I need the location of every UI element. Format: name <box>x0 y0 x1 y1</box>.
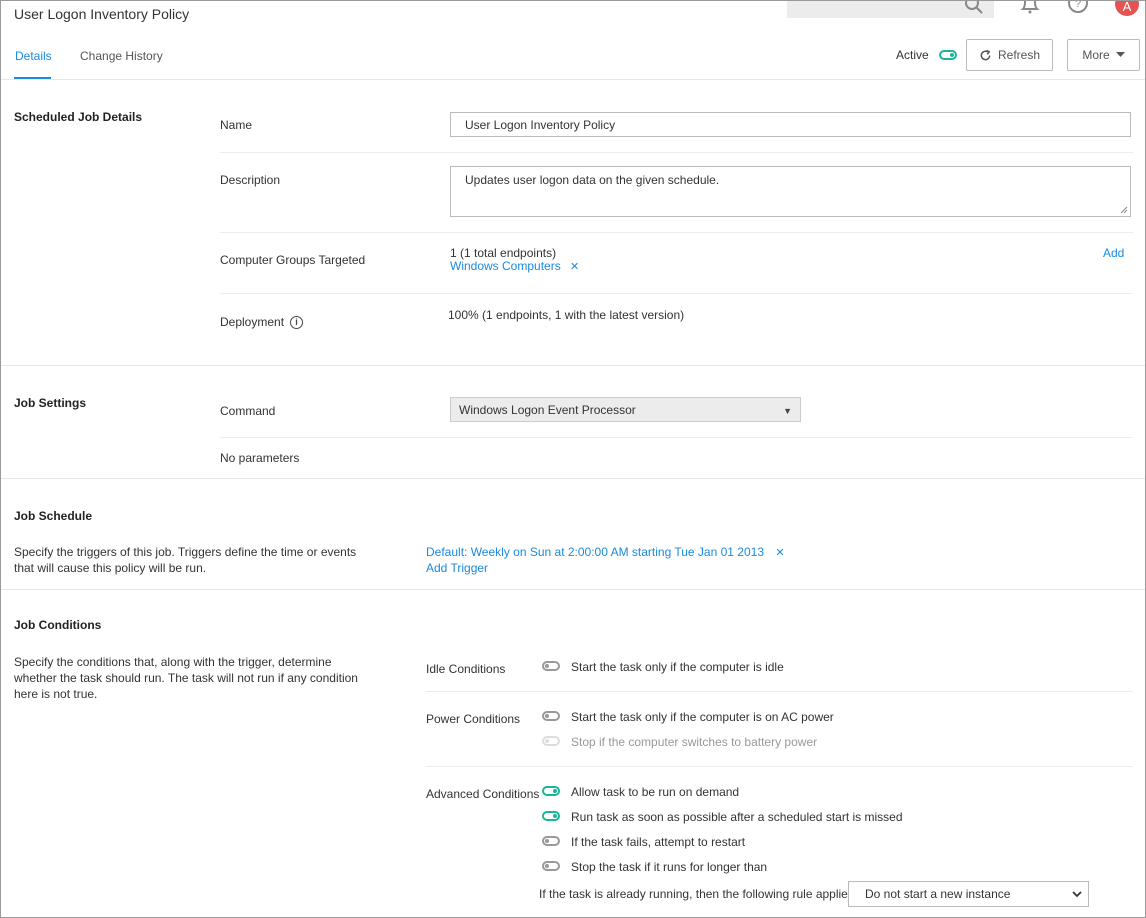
more-label: More <box>1082 48 1110 62</box>
description-label: Description <box>220 173 281 187</box>
trigger-item: Default: Weekly on Sun at 2:00:00 AM sta… <box>426 545 785 559</box>
refresh-button[interactable]: Refresh <box>966 39 1053 71</box>
info-icon[interactable]: i <box>290 316 304 330</box>
caret-down-icon: ▼ <box>783 406 792 416</box>
divider <box>220 437 1133 438</box>
section-title-scheduled-job: Scheduled Job Details <box>14 110 143 124</box>
bell-icon[interactable] <box>1019 0 1041 15</box>
description-textarea[interactable]: Updates user logon data on the given sch… <box>450 166 1131 217</box>
tab-change-history[interactable]: Change History <box>80 49 163 63</box>
run-on-demand-toggle[interactable] <box>542 786 560 796</box>
group-chip: Windows Computers ✕ <box>450 259 579 273</box>
chevron-down-icon <box>1072 891 1082 898</box>
description-text: Updates user logon data on the given sch… <box>465 173 720 187</box>
running-rule-label: If the task is already running, then the… <box>539 887 854 901</box>
run-on-demand-text: Allow task to be run on demand <box>571 785 740 799</box>
add-trigger-link[interactable]: Add Trigger <box>426 561 488 575</box>
resize-handle-icon[interactable] <box>1120 206 1128 214</box>
section-divider <box>1 478 1145 479</box>
more-button[interactable]: More <box>1067 39 1140 71</box>
search-icon <box>965 1 983 14</box>
battery-text: Stop if the computer switches to battery… <box>571 735 818 749</box>
active-label: Active <box>896 48 929 62</box>
ac-power-toggle[interactable] <box>542 711 560 721</box>
stop-long-text: Stop the task if it runs for longer than <box>571 860 768 874</box>
restart-text: If the task fails, attempt to restart <box>571 835 746 849</box>
deployment-row: Deployment i <box>220 315 304 330</box>
idle-toggle[interactable] <box>542 661 560 671</box>
refresh-icon <box>980 49 991 60</box>
tab-details[interactable]: Details <box>15 49 52 63</box>
svg-text:?: ? <box>1075 0 1081 10</box>
help-icon[interactable]: ? <box>1067 0 1089 15</box>
avatar[interactable]: A <box>1115 1 1139 16</box>
command-select[interactable]: Windows Logon Event Processor ▼ <box>450 397 801 422</box>
missed-start-text: Run task as soon as possible after a sch… <box>571 810 903 824</box>
name-label: Name <box>220 118 253 132</box>
remove-group-icon[interactable]: ✕ <box>570 261 579 273</box>
job-conditions-description: Specify the conditions that, along with … <box>14 655 358 701</box>
no-parameters-text: No parameters <box>220 451 300 465</box>
divider <box>426 691 1133 692</box>
idle-conditions-label: Idle Conditions <box>426 662 506 676</box>
running-rule-select[interactable]: Do not start a new instance <box>848 881 1089 907</box>
deployment-value: 100% (1 endpoints, 1 with the latest ver… <box>448 308 685 322</box>
section-title-job-schedule: Job Schedule <box>14 509 93 523</box>
divider <box>220 293 1133 294</box>
trigger-link[interactable]: Default: Weekly on Sun at 2:00:00 AM sta… <box>426 545 764 559</box>
search-box[interactable] <box>787 1 994 18</box>
section-divider <box>1 365 1145 366</box>
power-conditions-label: Power Conditions <box>426 712 521 726</box>
name-input[interactable]: User Logon Inventory Policy <box>450 112 1131 137</box>
divider <box>220 152 1133 153</box>
divider <box>426 766 1133 767</box>
groups-label: Computer Groups Targeted <box>220 253 366 267</box>
job-schedule-description: Specify the triggers of this job. Trigge… <box>14 545 357 575</box>
ac-power-text: Start the task only if the computer is o… <box>571 710 834 724</box>
caret-down-icon <box>1115 52 1125 57</box>
page-title: User Logon Inventory Policy <box>14 6 190 22</box>
group-link[interactable]: Windows Computers <box>450 259 561 273</box>
active-toggle[interactable] <box>939 50 957 60</box>
advanced-conditions-label: Advanced Conditions <box>426 787 540 801</box>
missed-start-toggle[interactable] <box>542 811 560 821</box>
header-divider <box>1 79 1145 80</box>
groups-count: 1 (1 total endpoints) <box>450 246 557 260</box>
deployment-label: Deployment <box>220 315 285 329</box>
refresh-label: Refresh <box>997 48 1041 62</box>
running-rule-value: Do not start a new instance <box>865 887 1011 901</box>
section-divider <box>1 589 1145 590</box>
section-title-job-settings: Job Settings <box>14 396 87 410</box>
section-title-job-conditions: Job Conditions <box>14 618 102 632</box>
idle-option-text: Start the task only if the computer is i… <box>571 660 784 674</box>
remove-trigger-icon[interactable]: ✕ <box>775 547 784 559</box>
divider <box>220 232 1133 233</box>
restart-toggle[interactable] <box>542 836 560 846</box>
command-label: Command <box>220 404 276 418</box>
stop-long-toggle[interactable] <box>542 861 560 871</box>
battery-toggle <box>542 736 560 746</box>
command-value: Windows Logon Event Processor <box>459 402 636 417</box>
policy-page: User Logon Inventory Policy ? A Details … <box>0 0 1146 918</box>
add-group-link[interactable]: Add <box>1103 246 1124 260</box>
